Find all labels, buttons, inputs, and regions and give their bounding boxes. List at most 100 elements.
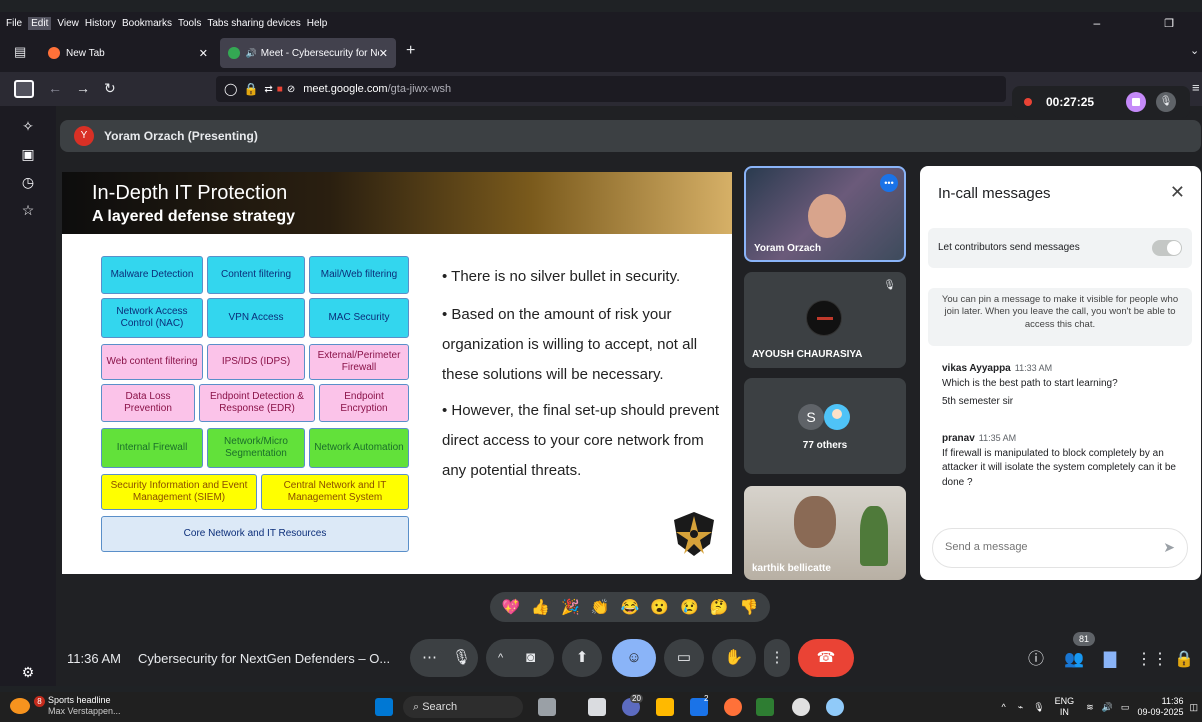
ai-chatbot-icon[interactable]: ✧ — [18, 116, 38, 136]
raise-hand-button[interactable]: ✋ — [712, 639, 756, 677]
reaction-thumbs-down[interactable]: 👎 — [740, 598, 759, 616]
wifi-icon[interactable]: ≋ — [1086, 702, 1094, 713]
sidebar-toggle-icon[interactable] — [14, 80, 34, 98]
tab-new-tab[interactable]: New Tab ✕ — [40, 38, 216, 68]
permissions-icon[interactable]: ⇄ — [264, 84, 272, 95]
chat-input[interactable] — [945, 541, 1145, 553]
firefox-icon[interactable] — [724, 698, 742, 716]
box-malware-detection: Malware Detection — [101, 256, 203, 294]
contributor-toggle[interactable] — [1152, 240, 1182, 256]
files-icon[interactable] — [588, 698, 606, 716]
microphone-icon[interactable]: 🎙 — [1033, 702, 1044, 713]
reaction-thumbs-up[interactable]: 👍 — [531, 598, 550, 616]
synced-tabs-icon[interactable]: ▣ — [18, 144, 38, 164]
slide-bullet: • There is no silver bullet in security. — [442, 268, 681, 285]
news-widget[interactable]: Sports headline Max Verstappen... — [48, 695, 121, 718]
chat-icon[interactable]: ▇ — [1098, 648, 1122, 672]
stop-recording-button[interactable] — [1126, 92, 1146, 112]
menu-bookmarks[interactable]: Bookmarks — [122, 18, 172, 29]
participant-tile-yoram[interactable]: ••• Yoram Orzach — [744, 166, 906, 262]
minimize-icon[interactable]: – — [1093, 16, 1100, 30]
history-icon[interactable]: ◷ — [18, 172, 38, 192]
menu-view[interactable]: View — [57, 18, 79, 29]
pc-app-icon[interactable] — [756, 698, 774, 716]
send-icon[interactable]: ➤ — [1163, 539, 1175, 556]
tab-meet[interactable]: 🔊 Meet - Cybersecurity for Ne ✕ — [220, 38, 396, 68]
network-icon[interactable]: ⌁ — [1018, 702, 1023, 713]
close-tab-icon[interactable]: ✕ — [199, 47, 208, 60]
windows-start-icon[interactable] — [375, 698, 393, 716]
settings-icon[interactable] — [826, 698, 844, 716]
bookmarks-icon[interactable]: ☆ — [18, 200, 38, 220]
speaker-icon[interactable]: 🔊 — [246, 48, 257, 59]
info-icon[interactable]: ⓘ — [1024, 648, 1048, 672]
chevron-down-icon[interactable]: ⌄ — [1190, 44, 1199, 57]
more-options-button[interactable]: ⋮ — [764, 639, 790, 677]
close-icon[interactable]: ✕ — [1170, 182, 1185, 203]
notifications-icon[interactable]: ◫ — [1189, 702, 1198, 713]
reaction-clap[interactable]: 👏 — [591, 598, 610, 616]
mic-muted-icon[interactable]: 🎙 — [1156, 92, 1176, 112]
taskbar-time: 11:36 — [1161, 696, 1184, 707]
datetime[interactable]: 11:36 09-09-2025 — [1137, 696, 1183, 718]
restore-icon[interactable]: ❐ — [1164, 17, 1174, 30]
file-explorer-icon[interactable] — [656, 698, 674, 716]
forward-icon[interactable]: → — [76, 80, 90, 96]
camera-icon[interactable]: ◙ — [526, 639, 535, 677]
language-indicator[interactable]: ENG IN — [1055, 696, 1075, 718]
recording-dot-icon — [1024, 98, 1032, 106]
browser-sidebar: ✧ ▣ ◷ ☆ ⚙ — [0, 106, 56, 686]
mic-blocked-icon[interactable]: ⊘ — [287, 84, 295, 95]
tab-strip: ▤ New Tab ✕ 🔊 Meet - Cybersecurity for N… — [0, 34, 1202, 72]
microphone-icon[interactable]: 🎙 — [452, 639, 471, 677]
activities-icon[interactable]: ⋮⋮ — [1136, 648, 1168, 672]
message-sender: pranav — [942, 433, 975, 444]
tab-list-icon[interactable]: ▤ — [14, 44, 26, 60]
participant-tile-ayoush[interactable]: 🎙 AYOUSH CHAURASIYA — [744, 272, 906, 368]
leave-call-button[interactable]: ☎ — [798, 639, 854, 677]
avatar: Y — [74, 126, 94, 146]
news-title: Sports headline — [48, 695, 111, 705]
present-screen-button[interactable]: ⬆ — [562, 639, 602, 677]
reaction-sad[interactable]: 😢 — [680, 598, 699, 616]
volume-icon[interactable]: 🔊 — [1102, 702, 1113, 713]
menu-file[interactable]: File — [6, 18, 22, 29]
reaction-surprised[interactable]: 😮 — [650, 598, 669, 616]
participant-tile-karthik[interactable]: karthik bellicatte — [744, 486, 906, 580]
camera-icon[interactable]: ■ — [277, 84, 283, 95]
system-tray: ^ ⌁ 🎙 ENG IN ≋ 🔊 ▭ 11:36 09-09-2025 ◫ — [1002, 692, 1202, 722]
menu-tools[interactable]: Tools — [178, 18, 201, 29]
menu-help[interactable]: Help — [307, 18, 328, 29]
task-view-icon[interactable] — [538, 698, 556, 716]
close-tab-icon[interactable]: ✕ — [379, 47, 388, 60]
menu-tabs-sharing[interactable]: Tabs sharing devices — [207, 18, 300, 29]
settings-gear-icon[interactable]: ⚙ — [18, 662, 38, 682]
menu-edit[interactable]: Edit — [28, 16, 52, 30]
reaction-heart[interactable]: 💖 — [502, 598, 521, 616]
audio-options-icon[interactable]: ⋯ — [422, 639, 437, 677]
chevron-up-icon[interactable]: ^ — [498, 639, 503, 677]
language: ENG — [1054, 696, 1075, 707]
chevron-up-icon[interactable]: ^ — [1002, 702, 1006, 712]
reaction-thinking[interactable]: 🤔 — [710, 598, 729, 616]
tab-title: New Tab — [66, 47, 105, 59]
participant-tile-others[interactable]: S 77 others — [744, 378, 906, 474]
tracking-shield-icon[interactable]: ◯ — [224, 82, 237, 96]
battery-icon[interactable]: ▭ — [1121, 702, 1130, 713]
captions-button[interactable]: ▭ — [664, 639, 704, 677]
reaction-party[interactable]: 🎉 — [561, 598, 580, 616]
url-bar[interactable]: ◯ 🔒 ⇄ ■ ⊘ meet.google.com /gta-jiwx-wsh — [216, 76, 1006, 102]
menu-history[interactable]: History — [85, 18, 116, 29]
hamburger-icon[interactable]: ≡ — [1192, 80, 1200, 95]
reload-icon[interactable]: ↻ — [104, 80, 116, 97]
chatgpt-icon[interactable] — [792, 698, 810, 716]
new-tab-icon[interactable]: + — [406, 42, 415, 60]
lock-icon[interactable]: 🔒 — [243, 82, 258, 96]
taskbar-search[interactable]: ⌕ Search — [403, 696, 523, 718]
reaction-laugh[interactable]: 😂 — [621, 598, 640, 616]
host-controls-icon[interactable]: 🔒 — [1172, 648, 1196, 672]
reactions-button[interactable]: ☺ — [612, 639, 656, 677]
back-icon[interactable]: ← — [48, 80, 62, 96]
news-widget-icon[interactable] — [10, 698, 30, 714]
people-icon[interactable]: 👥 — [1062, 648, 1086, 672]
